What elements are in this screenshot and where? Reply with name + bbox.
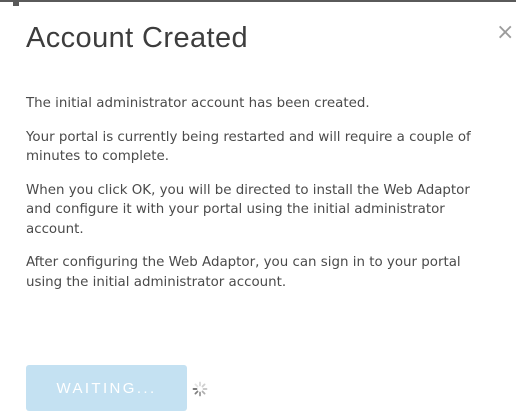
account-created-dialog: Account Created × The initial administra… bbox=[0, 0, 516, 419]
message-account-created: The initial administrator account has be… bbox=[26, 96, 370, 111]
message-sign-in-after-config: After configuring the Web Adaptor, you c… bbox=[26, 255, 461, 290]
loading-spinner-icon bbox=[192, 381, 208, 397]
dialog-body: The initial administrator account has be… bbox=[26, 94, 496, 306]
close-icon[interactable]: × bbox=[496, 22, 514, 44]
message-web-adaptor-install: When you click OK, you will be directed … bbox=[26, 182, 470, 237]
message-portal-restarting: Your portal is currently being restarted… bbox=[26, 129, 471, 165]
waiting-button[interactable]: WAITING... bbox=[26, 365, 187, 411]
dialog-title: Account Created bbox=[26, 22, 249, 54]
